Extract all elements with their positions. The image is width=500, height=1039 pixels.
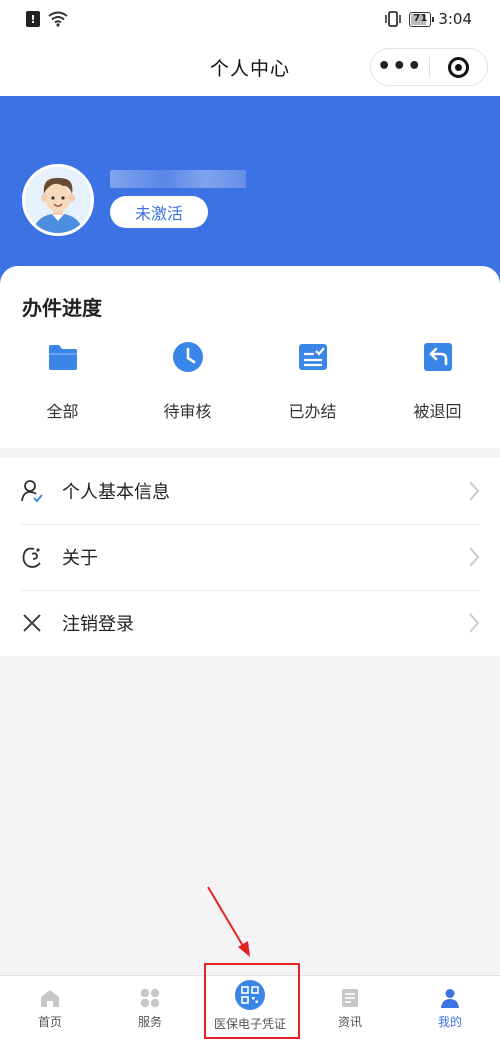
- menu-item-personal-info[interactable]: 个人基本信息: [0, 458, 500, 524]
- progress-item-pending[interactable]: 待审核: [125, 340, 250, 422]
- tab-news[interactable]: 资讯: [300, 976, 400, 1039]
- avatar[interactable]: [22, 164, 94, 236]
- user-check-icon: [20, 479, 44, 503]
- mini-program-capsule: •••: [370, 48, 488, 86]
- close-program-button[interactable]: [429, 56, 487, 78]
- news-icon: [342, 989, 358, 1007]
- tab-label-home: 首页: [37, 1015, 62, 1029]
- folder-icon: [46, 340, 80, 374]
- tab-services[interactable]: 服务: [100, 976, 200, 1039]
- close-icon: [20, 611, 44, 635]
- annotation-arrow-icon: [207, 886, 250, 957]
- alert-icon: !: [26, 11, 40, 27]
- page-title: 个人中心: [209, 57, 290, 80]
- checked-list-icon: [296, 340, 330, 374]
- progress-label-pending: 待审核: [163, 402, 212, 421]
- battery-level: 71: [413, 12, 428, 24]
- tab-home[interactable]: 首页: [0, 976, 100, 1039]
- progress-item-returned[interactable]: 被退回: [375, 340, 500, 422]
- battery-icon: 71: [409, 11, 435, 27]
- vibrate-icon: [385, 11, 402, 27]
- menu-label-about: 关于: [62, 548, 98, 569]
- tab-label-services: 服务: [137, 1015, 162, 1029]
- menu-label-logout: 注销登录: [62, 614, 134, 635]
- return-icon: [421, 340, 455, 374]
- menu-item-logout[interactable]: 注销登录: [0, 590, 500, 656]
- status-time: 3:04: [438, 10, 472, 28]
- chevron-right-icon: [469, 613, 480, 633]
- tab-label-mine: 我的: [437, 1015, 462, 1029]
- nav-bar: 个人中心 •••: [0, 38, 500, 96]
- menu-card: 个人基本信息 关于 注销登录: [0, 458, 500, 656]
- clock-icon: [171, 340, 205, 374]
- grid-icon: [140, 988, 160, 1008]
- status-bar: ! 71 3:04: [0, 0, 500, 38]
- tab-label-news: 资讯: [337, 1015, 362, 1029]
- menu-label-personal-info: 个人基本信息: [62, 482, 170, 503]
- progress-label-completed: 已办结: [288, 402, 337, 421]
- more-icon[interactable]: •••: [371, 56, 429, 78]
- progress-title: 办件进度: [22, 296, 102, 320]
- progress-item-all[interactable]: 全部: [0, 340, 125, 422]
- wifi-icon: [48, 11, 68, 27]
- inactive-status-button[interactable]: 未激活: [110, 196, 208, 228]
- user-icon: [441, 989, 459, 1008]
- chevron-right-icon: [469, 481, 480, 501]
- annotation-highlight-box: [204, 963, 300, 1039]
- target-icon: [447, 56, 469, 78]
- tab-mine[interactable]: 我的: [400, 976, 500, 1039]
- chevron-right-icon: [469, 547, 480, 567]
- progress-item-completed[interactable]: 已办结: [250, 340, 375, 422]
- progress-label-returned: 被退回: [413, 402, 462, 421]
- progress-card: 办件进度 全部 待审核 已办结 被退回: [0, 266, 500, 448]
- menu-item-about[interactable]: 关于: [0, 524, 500, 590]
- user-name-redacted: [110, 170, 246, 188]
- progress-label-all: 全部: [46, 402, 79, 421]
- home-icon: [41, 990, 59, 1007]
- about-icon: [20, 545, 44, 569]
